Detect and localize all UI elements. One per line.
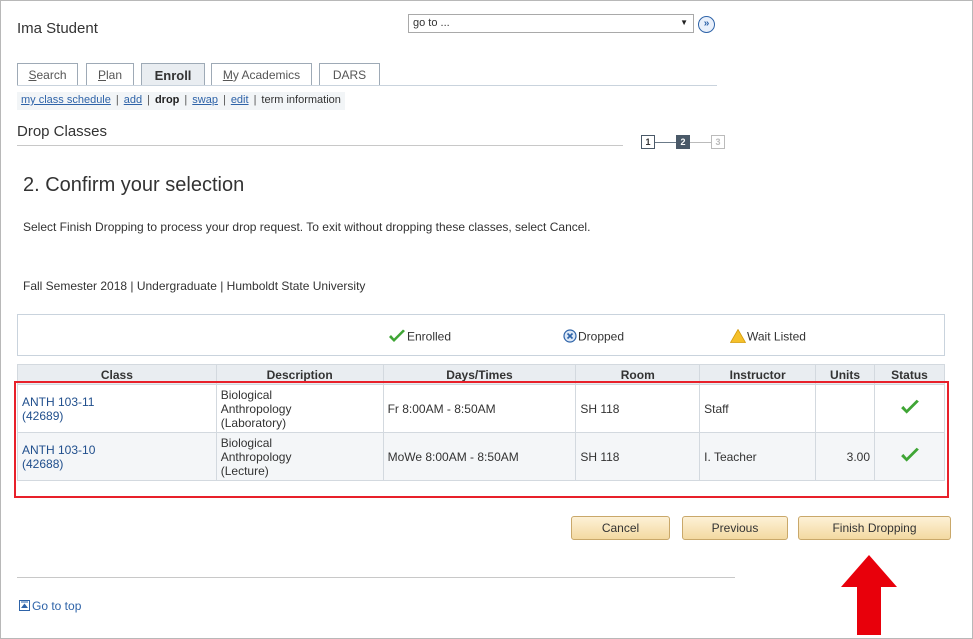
red-arrow-icon — [841, 555, 897, 635]
tab-enroll-label: Enroll — [154, 68, 192, 83]
subnav-separator: | — [184, 94, 188, 106]
go-to-top-label: Go to top — [32, 599, 82, 613]
subnav-swap[interactable]: swap — [192, 94, 218, 106]
goto-dropdown-value: go to ... — [413, 17, 450, 29]
selection-highlight-box — [14, 381, 949, 498]
cancel-button[interactable]: Cancel — [571, 516, 670, 540]
legend-dropped: Dropped — [563, 329, 624, 346]
subnav-separator: | — [253, 94, 257, 106]
legend-enrolled: Enrolled — [388, 329, 451, 346]
chevron-down-icon: ▼ — [680, 18, 688, 27]
tab-dars[interactable]: DARS — [319, 63, 380, 86]
goto-dropdown[interactable]: go to ... ▼ — [408, 14, 694, 33]
tab-enroll[interactable]: Enroll — [141, 63, 205, 86]
enroll-subnav: my class schedule | add | drop | swap | edit | ter… — [17, 92, 345, 110]
legend-waitlisted: Wait Listed — [729, 328, 806, 346]
legend-waitlisted-label: Wait Listed — [747, 329, 806, 344]
footer-divider — [17, 577, 735, 578]
tab-search-label: earch — [36, 68, 67, 82]
tab-plan-label: lan — [106, 68, 123, 82]
finish-dropping-button[interactable]: Finish Dropping — [798, 516, 951, 540]
section-title: Drop Classes — [17, 123, 108, 140]
x-circle-icon — [563, 329, 577, 346]
go-to-top-link[interactable]: Go to top — [19, 599, 81, 613]
step-connector — [690, 142, 711, 143]
tab-my-academics[interactable]: My Academics — [211, 63, 312, 86]
check-icon — [388, 329, 406, 346]
subnav-separator: | — [147, 94, 150, 106]
subnav-separator: | — [222, 94, 226, 106]
tab-plan[interactable]: Plan — [86, 63, 134, 86]
term-info: Fall Semester 2018 | Undergraduate | Hum… — [23, 279, 366, 293]
legend-enrolled-label: Enrolled — [407, 329, 452, 344]
tab-my-academics-label: y Academics — [232, 68, 301, 82]
step-1-indicator: 1 — [641, 135, 655, 149]
goto-go-button[interactable]: » — [698, 16, 715, 33]
subnav-drop: drop — [154, 94, 180, 106]
warning-icon — [729, 328, 747, 346]
step-connector — [655, 142, 676, 143]
subnav-separator: | — [115, 94, 119, 106]
arrow-up-icon — [19, 600, 30, 611]
tab-my-academics-accesskey: M — [222, 68, 233, 82]
instructions-text: Select Finish Dropping to process your d… — [23, 220, 591, 234]
tabs-divider — [17, 85, 717, 86]
tab-plan-accesskey: P — [97, 68, 106, 82]
page-frame: Ima Student go to ... ▼ » Search Plan En… — [0, 0, 973, 639]
subnav-term-information[interactable]: term information — [261, 94, 340, 106]
page-heading: 2. Confirm your selection — [23, 174, 245, 196]
tab-dars-label: DARS — [332, 68, 367, 82]
tab-search[interactable]: Search — [17, 63, 78, 86]
subnav-add[interactable]: add — [124, 94, 142, 106]
section-divider — [17, 145, 623, 146]
subnav-edit[interactable]: edit — [231, 94, 249, 106]
subnav-my-class-schedule[interactable]: my class schedule — [21, 94, 111, 106]
step-2-indicator: 2 — [676, 135, 690, 149]
student-name: Ima Student — [17, 20, 98, 37]
step-3-indicator: 3 — [711, 135, 725, 149]
previous-button[interactable]: Previous — [682, 516, 788, 540]
legend-dropped-label: Dropped — [578, 329, 625, 344]
status-legend: Enrolled Dropped Wait Listed — [17, 314, 945, 356]
